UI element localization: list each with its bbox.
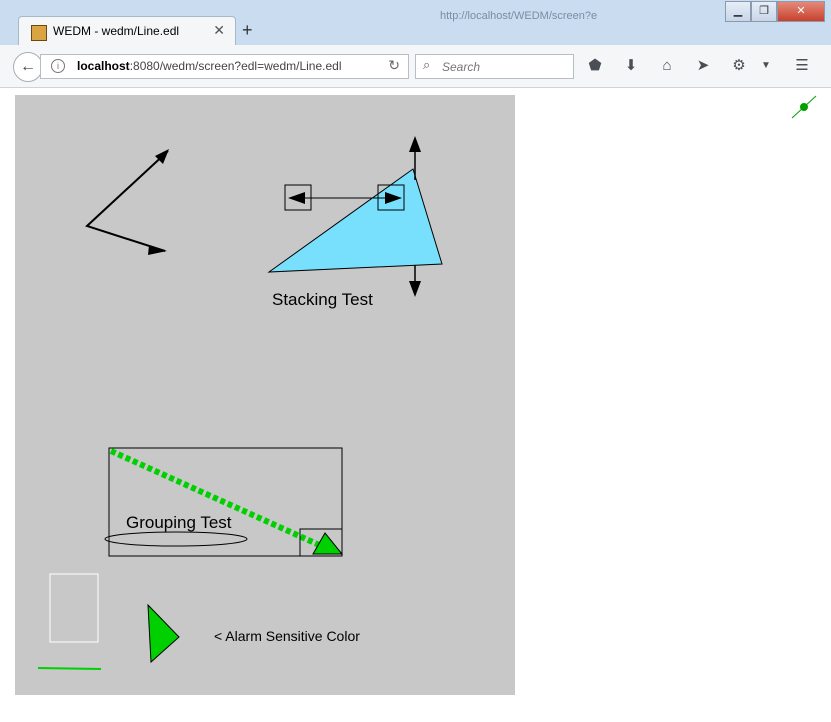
send-icon[interactable]: ➤ [693,56,713,76]
url-text: localhost:8080/wedm/screen?edl=wedm/Line… [77,59,342,73]
stacking-test-label: Stacking Test [272,290,373,309]
back-arrow-icon[interactable]: ← [13,52,43,82]
menu-icon[interactable]: ☰ [792,56,812,76]
browser-tab-active[interactable]: WEDM - wedm/Line.edl ✕ [18,16,236,47]
arrow-polyline [85,150,169,252]
maximize-button[interactable]: ❐ [751,1,777,22]
grouping-ellipse [104,531,248,547]
url-path: :8080/wedm/screen?edl=wedm/Line.edl [129,59,342,73]
tab-close-icon[interactable]: ✕ [213,22,225,39]
search-input[interactable]: ⌕ Search [415,54,574,79]
url-bar[interactable]: i localhost:8080/wedm/screen?edl=wedm/Li… [40,54,409,79]
navigation-toolbar: ← i localhost:8080/wedm/screen?edl=wedm/… [0,45,831,88]
white-rect [49,573,99,643]
background-tab[interactable]: http://localhost/WEDM/screen?e [400,6,640,26]
drawing-svg [37,136,443,670]
close-window-button[interactable]: ✕ [777,1,825,22]
info-icon[interactable]: i [51,59,65,73]
arrowhead-left [288,192,305,204]
search-icon: ⌕ [423,57,431,72]
pocket-icon[interactable]: ⬟ [585,56,605,76]
chevron-down-icon[interactable]: ▼ [756,56,776,76]
alarm-sensitive-label: < Alarm Sensitive Color [214,628,360,644]
new-tab-button[interactable]: + [242,20,253,41]
search-placeholder: Search [442,60,481,74]
grouping-test-label: Grouping Test [126,513,232,532]
minimize-button[interactable]: ▁ [725,1,751,22]
home-icon[interactable]: ⌂ [657,56,677,76]
title-bar: WEDM - wedm/Line.edl ✕ + http://localhos… [0,0,831,47]
wedm-favicon-icon [31,25,47,41]
extension-icon[interactable]: ⚙ [729,56,749,76]
green-dashed-line [109,448,339,556]
page-content: Stacking Test Grouping Test < Alarm Sens… [0,88,831,722]
alarm-green-triangle [147,603,180,664]
green-line [37,667,102,670]
connection-status-icon [791,95,817,119]
download-icon[interactable]: ⬇ [621,56,641,76]
url-host: localhost [77,59,130,73]
arrowhead-bottom [409,281,421,297]
edm-display-canvas: Stacking Test Grouping Test < Alarm Sens… [15,95,515,695]
arrowhead-top [409,136,421,152]
reload-icon[interactable]: ↻ [388,57,400,74]
tab-title: WEDM - wedm/Line.edl [53,24,180,38]
cyan-triangle [267,168,443,273]
